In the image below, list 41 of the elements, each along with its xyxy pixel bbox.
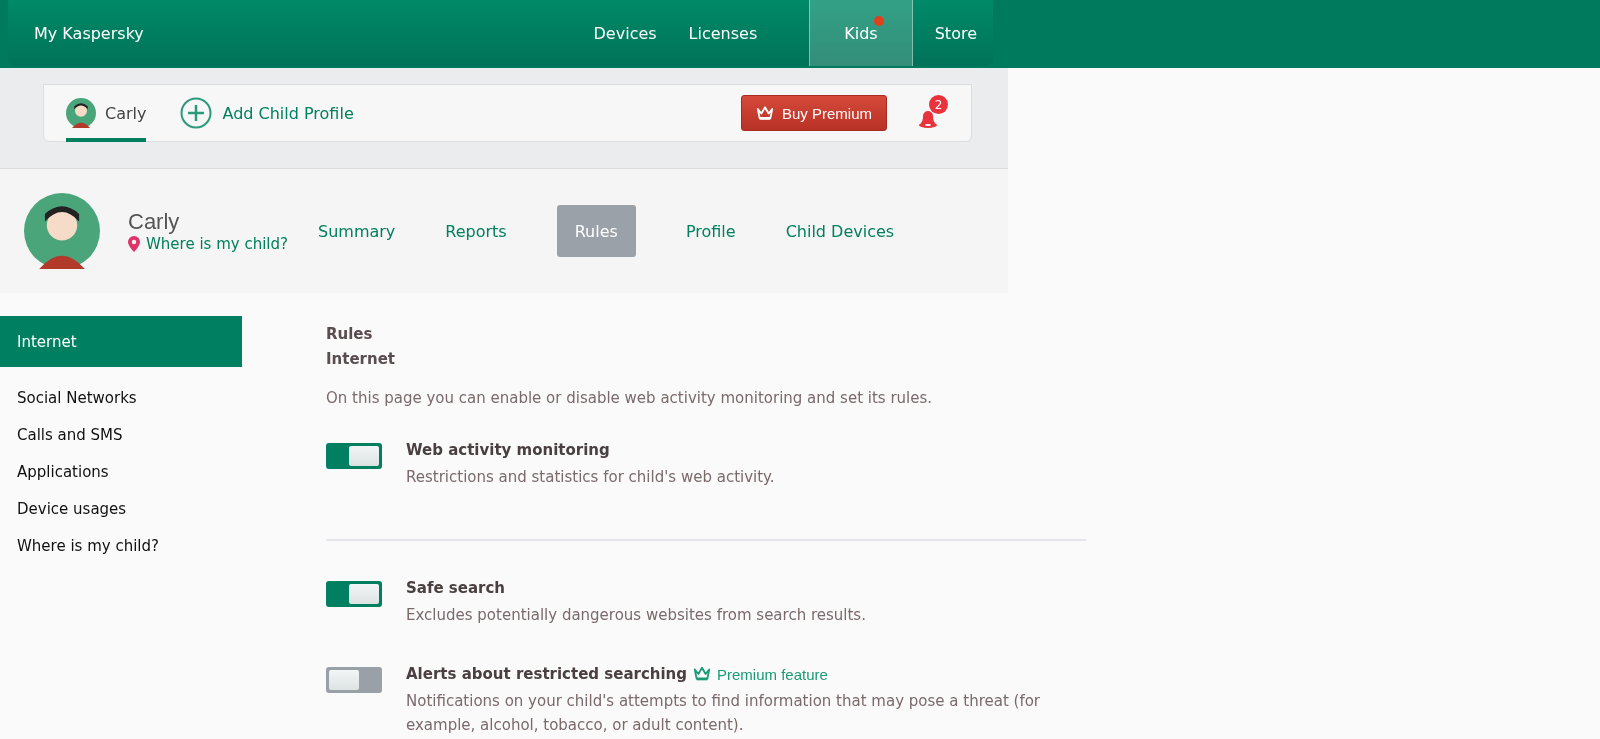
setting-description: Notifications on your child's attempts to find information that may pose a threat (for example, alcohol, tobacco, or adult content). bbox=[406, 691, 1042, 736]
section-tab[interactable]: Profile bbox=[685, 205, 736, 257]
nav-tab[interactable]: Licenses bbox=[672, 0, 774, 66]
breadcrumb-text: Internet bbox=[326, 349, 397, 370]
section-tab[interactable]: Child Devices bbox=[785, 205, 895, 257]
setting-title: Web activity monitoring bbox=[406, 441, 610, 459]
child-profile-tab[interactable]: Carly bbox=[66, 84, 147, 142]
nav-tab[interactable]: Store bbox=[918, 0, 993, 66]
section-tab[interactable]: Reports bbox=[445, 205, 507, 257]
setting-title: Alerts about restricted searching bbox=[406, 665, 688, 683]
sidebar-item[interactable]: Applications bbox=[0, 453, 242, 490]
location-link[interactable]: Where is my child? bbox=[128, 235, 318, 253]
crown-icon bbox=[755, 105, 774, 121]
notification-count: 2 bbox=[929, 95, 948, 114]
premium-label: Premium feature bbox=[717, 665, 828, 683]
sidebar-item[interactable]: Where is my child? bbox=[0, 527, 242, 564]
avatar-icon bbox=[66, 98, 96, 128]
section-tab[interactable]: Summary bbox=[318, 205, 396, 257]
sidebar-item[interactable]: Internet bbox=[0, 316, 242, 367]
buy-premium-button[interactable]: Buy Premium bbox=[740, 95, 887, 131]
sidebar-item[interactable]: Device usages bbox=[0, 490, 242, 527]
child-name: Carly bbox=[128, 209, 181, 235]
sidebar-item[interactable]: Calls and SMS bbox=[0, 416, 242, 453]
crown-icon bbox=[693, 666, 712, 682]
breadcrumb-text: Rules bbox=[326, 324, 374, 345]
nav-tab[interactable]: Devices bbox=[577, 0, 673, 66]
setting-description: Restrictions and statistics for child's web activity. bbox=[406, 467, 775, 488]
add-child-profile-button[interactable]: Add Child Profile bbox=[174, 96, 360, 130]
setting-title: Safe search bbox=[406, 579, 506, 597]
setting-description: Excludes potentially dangerous websites from search results. bbox=[406, 605, 866, 626]
section-tab[interactable]: Rules bbox=[556, 205, 636, 257]
plus-icon bbox=[180, 97, 213, 129]
toggle-switch[interactable] bbox=[326, 667, 382, 693]
avatar-icon bbox=[24, 193, 100, 269]
intro-text: On this page you can enable or disable web activity monitoring and set its rules. bbox=[326, 389, 934, 407]
location-pin-icon bbox=[128, 236, 140, 252]
brand-name: My Kaspersky bbox=[34, 23, 145, 43]
toggle-switch[interactable] bbox=[326, 443, 382, 469]
sidebar-item[interactable]: Social Networks bbox=[0, 379, 242, 416]
toggle-switch[interactable] bbox=[326, 581, 382, 607]
nav-tab[interactable]: Kids bbox=[809, 0, 913, 66]
